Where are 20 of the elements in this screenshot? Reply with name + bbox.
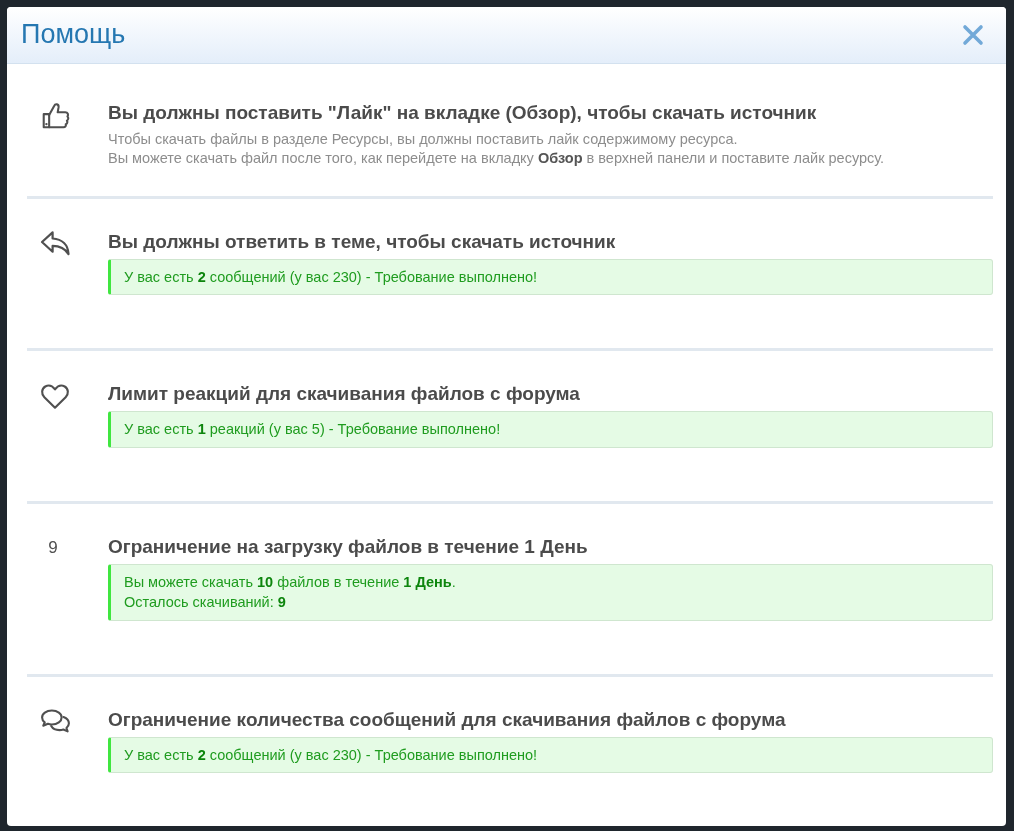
- requirement-description: Чтобы скачать файлы в разделе Ресурсы, вы должны поставить лайк содержимому ресурса.: [108, 129, 739, 149]
- requirement-title: Вы должны ответить в теме, чтобы скачать источник: [108, 229, 617, 254]
- chat-bubbles-icon: [39, 707, 71, 734]
- requirement-description: Вы можете скачать файл после того, как перейдете на вкладку Обзор в верхней панели и поставите лайк ресурсу.: [108, 149, 886, 168]
- requirement-title: Ограничение количества сообщений для скачивания файлов с форума: [108, 707, 787, 732]
- heart-icon: [40, 382, 70, 410]
- thumbs-up-icon: [40, 100, 70, 130]
- notice-text: У вас есть 2 сообщений (у вас 230) - Требование выполнено!: [124, 745, 539, 765]
- close-button[interactable]: [962, 23, 984, 46]
- reply-arrow-icon: [39, 229, 71, 257]
- requirement-title: Лимит реакций для скачивания файлов с форума: [108, 382, 581, 406]
- notice-text: Осталось скачиваний: 9: [124, 593, 287, 612]
- notice-text: У вас есть 1 реакций (у вас 5) - Требование выполнено!: [124, 420, 502, 439]
- notice-text: У вас есть 2 сообщений (у вас 230) - Требование выполнено!: [124, 267, 539, 287]
- requirement-title: Ограничение на загрузку файлов в течение 1 День: [108, 534, 589, 559]
- close-icon: [962, 23, 984, 46]
- requirement-title: Вы должны поставить "Лайк" на вкладке (Обзор), чтобы скачать источник: [108, 100, 818, 125]
- remaining-count: 9: [48, 536, 58, 559]
- dialog-title: Помощь: [21, 21, 126, 49]
- notice-text: Вы можете скачать 10 файлов в течение 1 День.: [124, 572, 457, 592]
